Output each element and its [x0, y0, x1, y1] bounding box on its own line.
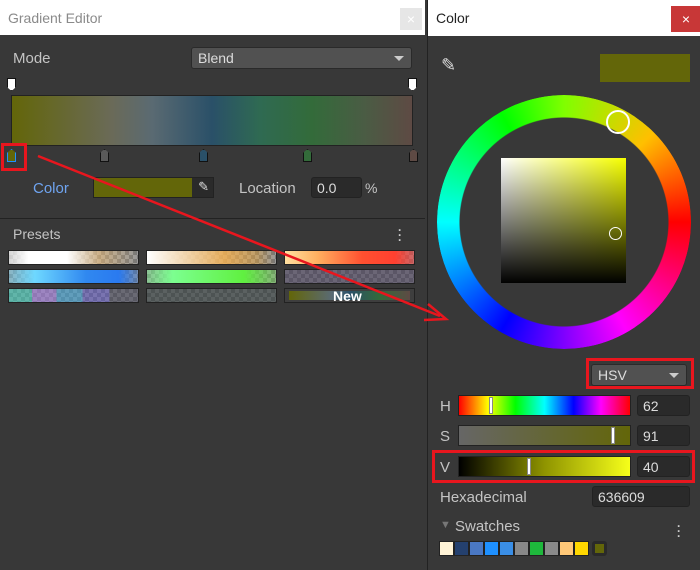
color-swatch[interactable] [514, 541, 529, 556]
preset-swatch[interactable] [146, 288, 277, 303]
preset-swatch[interactable] [8, 250, 139, 265]
location-input[interactable]: 0.0 [311, 177, 362, 198]
preset-swatch[interactable] [146, 269, 277, 284]
preset-swatch[interactable] [146, 250, 277, 265]
hue-wheel-handle[interactable] [606, 110, 630, 134]
eyedropper-icon[interactable]: ✎ [198, 179, 209, 195]
color-label: Color [33, 180, 69, 197]
window-title: Color [428, 0, 700, 36]
color-field[interactable]: ✎ [93, 177, 214, 198]
foldout-arrow-icon[interactable]: ▼ [440, 519, 451, 531]
current-color-preview [600, 54, 690, 82]
swatch-list [439, 541, 607, 556]
hex-label: Hexadecimal [440, 489, 527, 506]
color-picker-window: Color × ✎ HSV H 62 S 91 V 40 Hexadecimal… [427, 0, 700, 570]
highlight-box [1, 143, 27, 171]
alpha-stop-left[interactable] [7, 78, 16, 91]
color-swatch[interactable] [574, 541, 589, 556]
color-swatch[interactable] [439, 541, 454, 556]
color-swatch[interactable] [559, 541, 574, 556]
s-input[interactable]: 91 [637, 425, 690, 446]
color-swatch[interactable] [544, 541, 559, 556]
color-stop[interactable] [199, 149, 208, 162]
chevron-down-icon [394, 56, 404, 61]
color-swatch[interactable] [469, 541, 484, 556]
saturation-value-square[interactable] [501, 158, 626, 283]
preset-swatch[interactable] [8, 288, 139, 303]
s-label: S [440, 428, 451, 445]
color-stop[interactable] [100, 149, 109, 162]
window-title: Gradient Editor [0, 0, 425, 35]
new-preset-button[interactable]: New [284, 288, 415, 304]
gradient-preview[interactable] [11, 95, 413, 146]
hue-slider[interactable] [458, 395, 631, 416]
highlight-box [432, 450, 695, 483]
presets-label: Presets [13, 226, 61, 242]
location-unit: % [365, 180, 378, 196]
preset-swatch[interactable] [284, 269, 415, 284]
close-button[interactable]: × [671, 6, 700, 32]
mode-value: Blend [198, 50, 234, 66]
location-label: Location [239, 180, 296, 197]
hex-input[interactable]: 636609 [592, 486, 690, 507]
alpha-stop-right[interactable] [408, 78, 417, 91]
sv-handle[interactable] [609, 227, 622, 240]
mode-dropdown[interactable]: Blend [191, 47, 412, 69]
add-swatch-button[interactable] [592, 541, 607, 556]
preset-swatch[interactable] [284, 250, 415, 265]
color-stop[interactable] [409, 149, 418, 162]
mode-label: Mode [13, 50, 51, 67]
color-swatch[interactable] [529, 541, 544, 556]
gradient-editor-window: Gradient Editor × Mode Blend Color ✎ Loc… [0, 0, 425, 570]
color-stop[interactable] [303, 149, 312, 162]
h-input[interactable]: 62 [637, 395, 690, 416]
saturation-slider[interactable] [458, 425, 631, 446]
close-button[interactable]: × [400, 8, 422, 30]
h-label: H [440, 398, 451, 415]
divider [0, 218, 425, 219]
preset-swatch[interactable] [8, 269, 139, 284]
more-options-icon[interactable]: · · · [677, 520, 681, 542]
eyedropper-icon[interactable]: ✎ [441, 55, 456, 76]
color-swatch[interactable] [484, 541, 499, 556]
swatches-label[interactable]: Swatches [455, 518, 520, 535]
highlight-box [586, 358, 694, 389]
color-swatch[interactable] [499, 541, 514, 556]
new-label: New [333, 288, 362, 304]
more-options-icon[interactable]: · · · [398, 224, 402, 246]
color-swatch[interactable] [454, 541, 469, 556]
